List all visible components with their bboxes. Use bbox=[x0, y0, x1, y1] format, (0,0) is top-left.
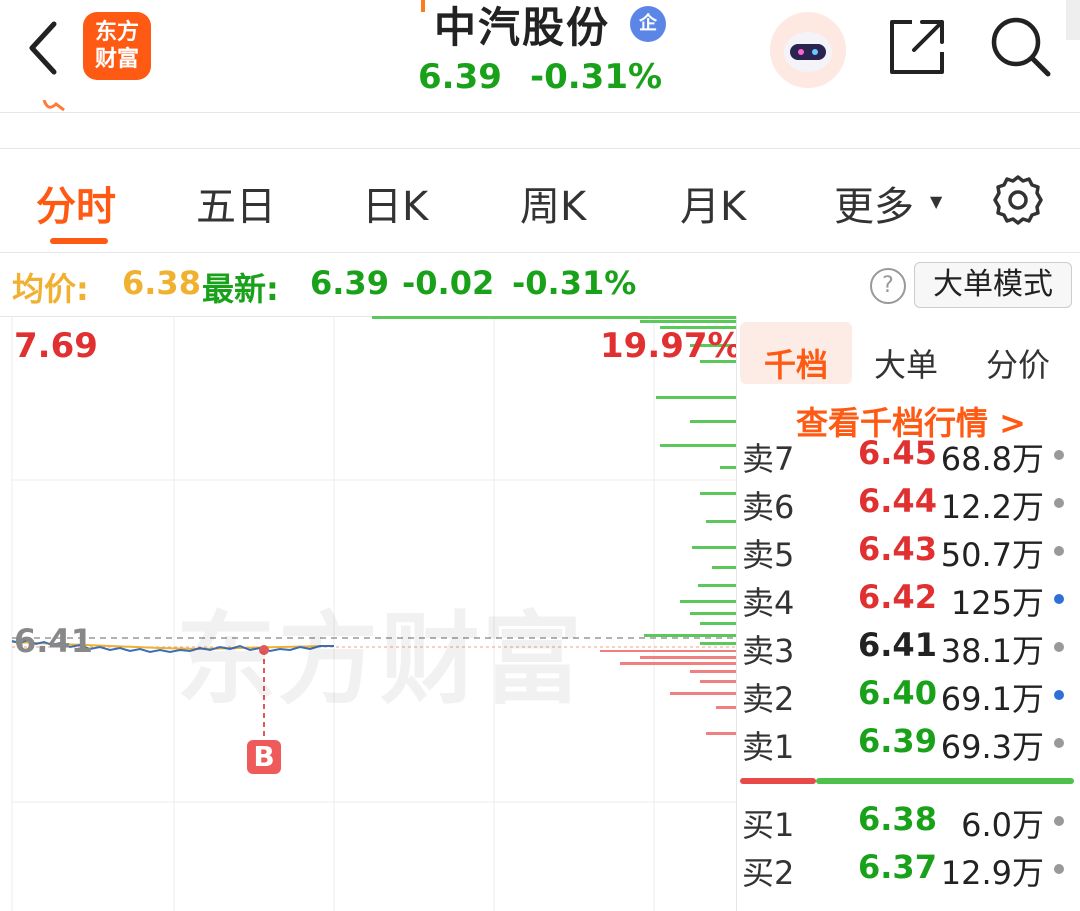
chart-high-pct: 19.97% bbox=[600, 326, 742, 366]
stock-name: 中汽股份 bbox=[434, 3, 611, 52]
tab-thousand-levels[interactable]: 千档 bbox=[764, 340, 828, 386]
ask-dot-icon bbox=[1054, 498, 1064, 508]
ask-row[interactable]: 卖3 6.41 38.1万 bbox=[742, 626, 1072, 672]
ask-volume: 69.3万 bbox=[940, 728, 1044, 766]
tab-intraday[interactable]: 分时 bbox=[36, 174, 116, 232]
depth-bars-bid bbox=[600, 650, 736, 735]
ask-volume: 12.2万 bbox=[940, 488, 1044, 526]
header-price: 6.39 bbox=[418, 57, 502, 97]
ask-label: 卖5 bbox=[742, 536, 795, 574]
ask-row[interactable]: 卖1 6.39 69.3万 bbox=[742, 722, 1072, 768]
back-arrow-icon[interactable] bbox=[20, 18, 68, 78]
help-icon[interactable]: ? bbox=[870, 268, 906, 304]
ask-label: 卖3 bbox=[742, 632, 795, 670]
app-logo-text-1: 东方 bbox=[94, 20, 139, 45]
ask-volume: 125万 bbox=[950, 584, 1044, 622]
ask-dot-icon bbox=[1054, 594, 1064, 604]
bid-volume: 6.0万 bbox=[961, 806, 1044, 844]
bid-price: 6.37 bbox=[858, 848, 937, 886]
ask-volume: 69.1万 bbox=[940, 680, 1044, 718]
app-logo[interactable]: 东方 财富 bbox=[83, 12, 151, 80]
tab-price-distribution[interactable]: 分价 bbox=[986, 340, 1050, 386]
chart-high-price: 7.69 bbox=[14, 326, 98, 366]
title-accent-mark bbox=[421, 0, 425, 12]
ask-row[interactable]: 卖7 6.45 68.8万 bbox=[742, 434, 1072, 480]
tab-monthly-k[interactable]: 月K bbox=[680, 174, 746, 232]
banner-fragment-icon bbox=[42, 100, 65, 112]
active-tab-indicator bbox=[50, 238, 108, 244]
bid-ask-divider-green bbox=[816, 778, 1074, 784]
buy-marker[interactable]: B bbox=[247, 740, 281, 774]
bid-label: 买2 bbox=[742, 854, 795, 892]
watermark: 东方财富 bbox=[176, 601, 584, 718]
ask-price: 6.41 bbox=[858, 626, 937, 664]
bid-volume: 12.9万 bbox=[940, 854, 1044, 892]
bid-ask-divider-red bbox=[740, 778, 816, 784]
ask-volume: 38.1万 bbox=[940, 632, 1044, 670]
ask-price: 6.45 bbox=[858, 434, 937, 472]
banner-divider bbox=[0, 148, 1080, 149]
ask-label: 卖7 bbox=[742, 440, 795, 478]
avg-price-label: 均价: bbox=[12, 270, 89, 308]
enterprise-badge: 企 bbox=[630, 6, 666, 42]
ask-dot-icon bbox=[1054, 546, 1064, 556]
bid-dot-icon bbox=[1054, 864, 1064, 874]
ask-dot-icon bbox=[1054, 642, 1064, 652]
ask-price: 6.40 bbox=[858, 674, 937, 712]
ask-row[interactable]: 卖4 6.42 125万 bbox=[742, 578, 1072, 624]
scroll-indicator bbox=[1066, 0, 1080, 40]
bid-row[interactable]: 买2 6.37 12.9万 bbox=[742, 848, 1072, 894]
ask-row[interactable]: 卖5 6.43 50.7万 bbox=[742, 530, 1072, 576]
ask-label: 卖4 bbox=[742, 584, 795, 622]
bid-label: 买1 bbox=[742, 806, 795, 844]
header-change-pct: -0.31% bbox=[530, 57, 663, 97]
ask-label: 卖1 bbox=[742, 728, 795, 766]
ask-dot-icon bbox=[1054, 450, 1064, 460]
chevron-down-icon: ▼ bbox=[930, 192, 943, 211]
latest-price-label: 最新: bbox=[202, 270, 279, 308]
share-icon[interactable] bbox=[886, 16, 948, 78]
ask-label: 卖6 bbox=[742, 488, 795, 526]
tabs-divider bbox=[0, 252, 1080, 253]
ask-label: 卖2 bbox=[742, 680, 795, 718]
gear-icon[interactable] bbox=[990, 172, 1046, 228]
bid-price: 6.38 bbox=[858, 800, 937, 838]
ask-volume: 68.8万 bbox=[940, 440, 1044, 478]
tab-more[interactable]: 更多 bbox=[834, 174, 914, 232]
tab-daily-k[interactable]: 日K bbox=[362, 174, 428, 232]
ask-price: 6.39 bbox=[858, 722, 937, 760]
ask-dot-icon bbox=[1054, 690, 1064, 700]
latest-change-pct: -0.31% bbox=[512, 264, 637, 302]
latest-change: -0.02 bbox=[402, 264, 495, 302]
ask-row[interactable]: 卖6 6.44 12.2万 bbox=[742, 482, 1072, 528]
latest-price-value: 6.39 bbox=[310, 264, 389, 302]
robot-assistant-icon[interactable] bbox=[770, 12, 846, 88]
ask-dot-icon bbox=[1054, 738, 1064, 748]
ask-volume: 50.7万 bbox=[940, 536, 1044, 574]
header-divider bbox=[0, 112, 1080, 113]
ask-price: 6.43 bbox=[858, 530, 937, 568]
ask-row[interactable]: 卖2 6.40 69.1万 bbox=[742, 674, 1072, 720]
tab-five-day[interactable]: 五日 bbox=[196, 174, 276, 232]
big-order-mode-button[interactable]: 大单模式 bbox=[914, 262, 1072, 308]
search-icon[interactable] bbox=[988, 14, 1054, 80]
ask-price: 6.42 bbox=[858, 578, 937, 616]
avg-price-value: 6.38 bbox=[122, 264, 201, 302]
tab-big-orders[interactable]: 大单 bbox=[874, 340, 938, 386]
app-logo-text-2: 财富 bbox=[94, 47, 139, 72]
ask-price: 6.44 bbox=[858, 482, 937, 520]
tab-weekly-k[interactable]: 周K bbox=[520, 174, 586, 232]
bid-dot-icon bbox=[1054, 816, 1064, 826]
chart-ref-price: 6.41 bbox=[14, 622, 93, 660]
bid-row[interactable]: 买1 6.38 6.0万 bbox=[742, 800, 1072, 846]
